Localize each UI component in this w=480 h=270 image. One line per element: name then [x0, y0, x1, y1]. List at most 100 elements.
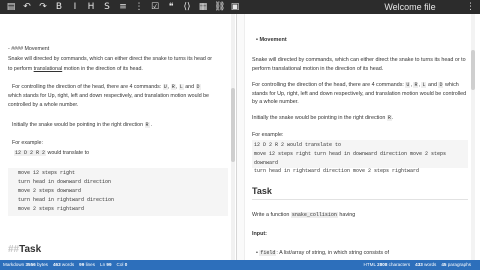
editor-inline-code: U	[162, 84, 168, 90]
table-icon[interactable]: ▦	[198, 2, 208, 12]
preview-bullet-movement: • Movement	[256, 37, 287, 43]
editor-text-underlined: translational	[33, 66, 63, 72]
preview-stat-value: 433	[415, 262, 423, 267]
preview-code-line: move 12 steps right turn head in downwar…	[254, 150, 447, 166]
status-bar: Markdown 3556 bytes 463 words 99 lines Ln 9…	[0, 260, 480, 270]
strikethrough-icon[interactable]: S	[102, 2, 112, 12]
more-menu-icon[interactable]: ⋮	[466, 2, 475, 12]
editor-line: 12 D 2 R 2 would translate to	[14, 150, 89, 157]
preview-text: and	[427, 82, 437, 88]
editor-stat-unit: lines	[84, 262, 96, 267]
formatting-toolbar: ▤ ↶ ↷ B I H S ≡ ⋮ ☑ ❝ ⟨⟩ ▦ ⛓ ▣	[6, 2, 240, 12]
editor-stat-value: 3556	[25, 262, 36, 267]
preview-inline-code: R	[386, 115, 392, 121]
editor-code-line: move 2 steps rightward	[18, 206, 85, 212]
editor-inline-code: D	[195, 84, 201, 90]
preview-paragraph: Snake will directed by commands, which c…	[252, 57, 466, 72]
preview-paragraph: Initially the snake would be pointing in…	[252, 115, 394, 121]
editor-stat: Col 0	[117, 262, 128, 267]
editor-stat-unit: bytes	[35, 262, 48, 267]
preview-inline-code: U	[405, 82, 411, 88]
preview-text: Write a function	[252, 212, 290, 218]
editor-inline-code: 12 D 2 R 2	[14, 150, 47, 156]
editor-line: For example:	[12, 140, 43, 146]
preview-movement-label: Movement	[259, 37, 287, 43]
editor-line: to perform translational motion in the d…	[8, 66, 143, 73]
preview-stat-unit: paragraphs	[446, 262, 471, 267]
editor-line: which stands for Up, right, left and dow…	[8, 93, 209, 99]
editor-text: and	[185, 84, 195, 90]
editor-inline-code: L	[178, 84, 184, 90]
preview-stat-unit: words	[422, 262, 437, 267]
editor-stat-value: 463	[52, 262, 61, 267]
link-icon[interactable]: ⛓	[214, 2, 225, 12]
bold-icon[interactable]: B	[54, 2, 64, 12]
redo-icon[interactable]: ↷	[38, 2, 48, 12]
preview-text: Initially the snake would be pointing in…	[252, 115, 386, 121]
editor-inline-code: R	[170, 84, 176, 90]
editor-stat-label: Markdown	[3, 262, 26, 267]
editor-stat-label: Col	[116, 262, 125, 267]
editor-inline-code: R	[144, 122, 150, 128]
editor-scrollbar-thumb[interactable]	[231, 88, 235, 162]
editor-text: For controlling the direction of the hea…	[12, 84, 162, 90]
editor-stat-value: 0	[124, 262, 128, 267]
editor-text: would translate to	[47, 150, 90, 156]
preview-gutter	[237, 14, 245, 260]
preview-code-block: 12 D 2 R 2 would translate to move 12 st…	[252, 140, 468, 174]
preview-stat-unit: characters	[387, 262, 411, 267]
preview-scrollbar-thumb[interactable]	[471, 50, 475, 90]
preview-list-item: • field: A list/array of string, in whic…	[256, 250, 390, 256]
italic-icon[interactable]: I	[70, 2, 80, 12]
editor-stat: 463 words	[53, 262, 74, 267]
preview-stat: 433 words	[415, 262, 436, 267]
editor-stat: Markdown 3556 bytes	[3, 262, 48, 267]
editor-line: For controlling the direction of the hea…	[12, 84, 201, 90]
editor-stats: Markdown 3556 bytes 463 words 99 lines Ln 9…	[3, 260, 132, 270]
preview-inline-code: L	[421, 82, 427, 88]
undo-icon[interactable]: ↶	[22, 2, 32, 12]
editor-text: to perform	[8, 66, 34, 72]
editor-line-heading: - #### Movement	[8, 46, 50, 52]
list-icon[interactable]: ≡	[118, 2, 128, 12]
editor-stat: 99 lines	[79, 262, 95, 267]
preview-text: For controlling the direction of the hea…	[252, 82, 404, 88]
preview-input-label: Input:	[252, 231, 267, 237]
editor-code-line: move 12 steps right	[18, 170, 76, 176]
preview-paragraph: For controlling the direction of the hea…	[252, 82, 467, 106]
editor-code-line: move 2 steps downward	[18, 188, 82, 194]
heading-text: Task	[19, 244, 42, 255]
preview-inline-code: field	[259, 250, 277, 256]
editor-code-line: turn head in downward direction	[18, 179, 112, 185]
preview-code-line: 12 D 2 R 2 would translate to	[254, 142, 342, 148]
editor-line: Snake will directed by commands, which c…	[8, 56, 213, 62]
preview-text: : A list/array of string, in which strin…	[276, 250, 390, 256]
editor-stat-unit: words	[60, 262, 75, 267]
editor-line: controlled by a whole number.	[8, 102, 79, 108]
editor-text: Initially the snake would be pointing in…	[12, 122, 144, 128]
editor-text: motion in the direction of its head.	[62, 66, 143, 72]
preview-stats: HTML 2808 characters 433 words 45 paragrap…	[364, 260, 476, 270]
heading-icon[interactable]: H	[86, 2, 96, 12]
folder-icon[interactable]: ▤	[6, 2, 16, 12]
editor-stat-value: 99	[106, 262, 112, 267]
preview-inline-code: snake_collision	[290, 212, 338, 218]
editor-stat: Ln 99	[100, 262, 112, 267]
preview-task-heading: Task	[252, 186, 272, 196]
preview-heading-rule	[252, 199, 468, 200]
preview-stat: HTML 2808 characters	[364, 262, 411, 267]
preview-stat: 45 paragraphs	[441, 262, 471, 267]
checklist-icon[interactable]: ☑	[150, 2, 160, 12]
numbered-list-icon[interactable]: ⋮	[134, 2, 144, 12]
quote-icon[interactable]: ❝	[166, 2, 176, 12]
preview-paragraph: For example:	[252, 132, 284, 138]
preview-inline-code: R	[413, 82, 419, 88]
document-title[interactable]: Welcome file	[360, 1, 460, 13]
top-toolbar: ▤ ↶ ↷ B I H S ≡ ⋮ ☑ ❝ ⟨⟩ ▦ ⛓ ▣ Welcome file ⋮	[0, 0, 480, 14]
preview-code-line: turn head in rightward direction move 2 …	[254, 168, 420, 175]
preview-stat-value: 2808	[377, 262, 388, 267]
image-icon[interactable]: ▣	[230, 2, 240, 12]
code-icon[interactable]: ⟨⟩	[182, 2, 192, 12]
preview-text: having	[339, 212, 356, 218]
preview-inline-code: D	[438, 82, 444, 88]
